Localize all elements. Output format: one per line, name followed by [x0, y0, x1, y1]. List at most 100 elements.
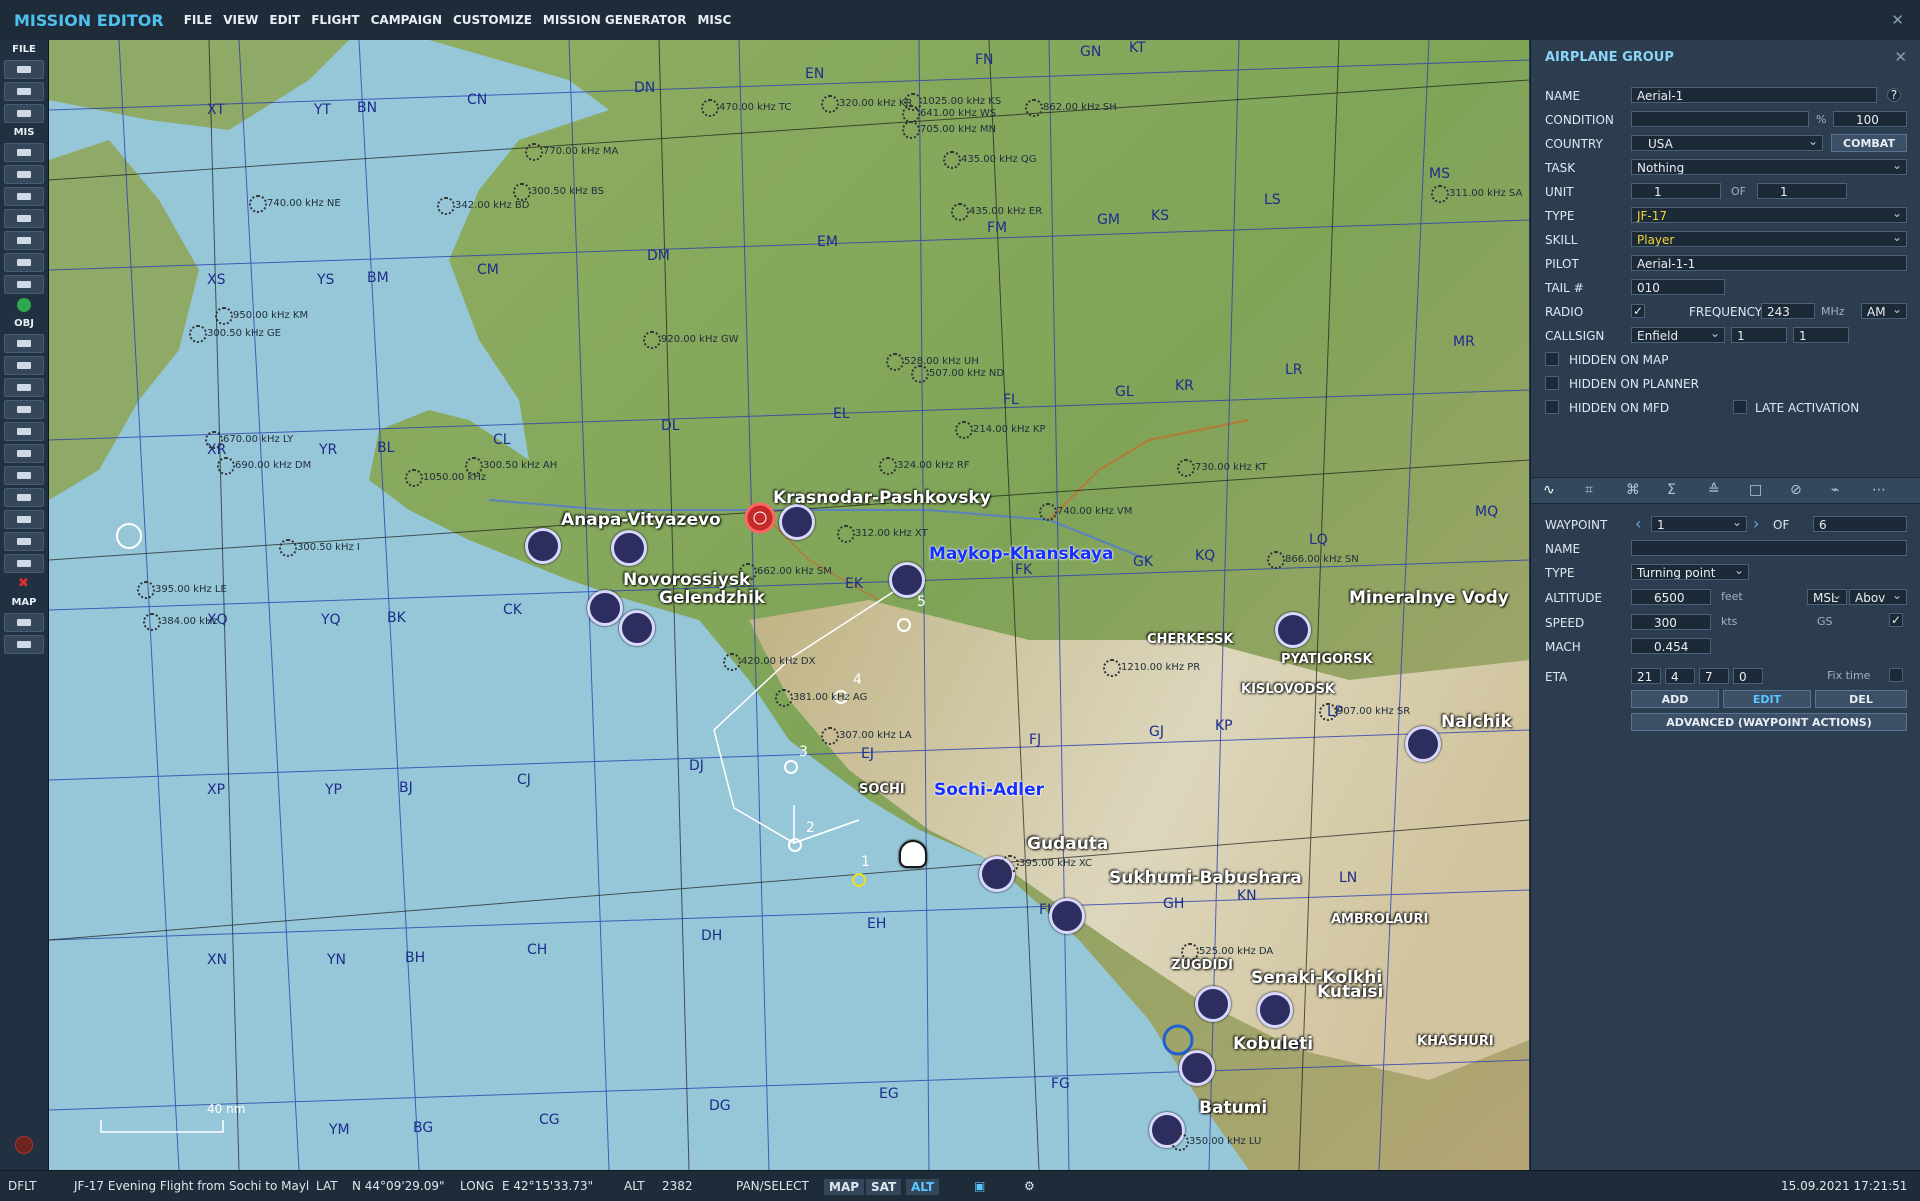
probability-field[interactable]: 100: [1833, 111, 1907, 127]
ndb-beacon[interactable]: 705.00 kHz MN: [902, 121, 996, 139]
ndb-beacon[interactable]: 320.00 kHz KR: [821, 95, 912, 113]
airbase-kutaisi-icon[interactable]: [1257, 992, 1293, 1028]
help-icon[interactable]: ?: [1887, 88, 1901, 102]
ndb-beacon[interactable]: 311.00 kHz SA: [1431, 185, 1522, 203]
advanced-waypoint-actions-button[interactable]: ADVANCED (WAYPOINT ACTIONS): [1631, 713, 1907, 731]
airbase-gelendzhik-icon[interactable]: [619, 610, 655, 646]
callsign-unit-field[interactable]: 1: [1793, 327, 1849, 343]
add-target-icon[interactable]: [4, 488, 44, 507]
menu-flight[interactable]: FLIGHT: [311, 13, 359, 27]
ndb-beacon[interactable]: 740.00 kHz VM: [1039, 503, 1132, 521]
tail-number-field[interactable]: 010: [1631, 279, 1725, 295]
hidden-on-planner-checkbox[interactable]: [1545, 376, 1559, 390]
ndb-beacon[interactable]: 470.00 kHz TC: [701, 99, 791, 117]
radio-checkbox[interactable]: ✓: [1631, 304, 1645, 318]
menu-file[interactable]: FILE: [184, 13, 213, 27]
ndb-beacon[interactable]: 300.50 kHz GE: [189, 325, 281, 343]
condition-field[interactable]: [1631, 111, 1809, 127]
ndb-beacon[interactable]: 528.00 kHz UH: [886, 353, 979, 371]
waypoint-type-select[interactable]: Turning point: [1631, 564, 1749, 580]
previous-waypoint-icon[interactable]: ‹: [1635, 514, 1641, 533]
airbase-kobuleti-icon[interactable]: [1179, 1050, 1215, 1086]
combat-button[interactable]: COMBAT: [1831, 134, 1907, 152]
frequency-field[interactable]: 243: [1761, 303, 1815, 319]
airbase-mineralnye-vody-icon[interactable]: [1275, 612, 1311, 648]
delete-icon[interactable]: [5, 576, 43, 593]
flight-group-icon[interactable]: [899, 840, 927, 868]
group-name-field[interactable]: Aerial-1: [1631, 87, 1877, 103]
callsign-select[interactable]: Enfield: [1631, 327, 1725, 343]
triggers-icon[interactable]: [4, 209, 44, 228]
ndb-beacon[interactable]: 1025.00 kHz KS: [904, 93, 1001, 111]
check-icon[interactable]: [4, 253, 44, 272]
altitude-type-select[interactable]: Abov: [1849, 589, 1907, 605]
waypoint-marker[interactable]: [897, 618, 911, 632]
airbase-sukhumi-icon[interactable]: [1049, 898, 1085, 934]
airbase-novorossiysk-icon[interactable]: [587, 590, 623, 626]
add-vehicle-icon[interactable]: [4, 378, 44, 397]
waypoint-number-select[interactable]: 1: [1651, 516, 1747, 532]
map-mode-button[interactable]: MAP: [824, 1179, 865, 1195]
route-tab-icon[interactable]: ∿: [1543, 482, 1555, 498]
record-icon[interactable]: [15, 1136, 33, 1154]
waypoint-marker[interactable]: [784, 760, 798, 774]
menu-mission-generator[interactable]: MISSION GENERATOR: [543, 13, 687, 27]
eta-minute-field[interactable]: 7: [1699, 668, 1729, 684]
ndb-beacon[interactable]: 525.00 kHz DA: [1181, 943, 1273, 961]
edit-waypoint-button[interactable]: EDIT: [1723, 690, 1811, 708]
ndb-beacon[interactable]: 395.00 kHz LE: [137, 581, 227, 599]
airbase-krymsk-icon[interactable]: [611, 530, 647, 566]
ruler-icon[interactable]: [4, 635, 44, 654]
ndb-beacon[interactable]: 312.00 kHz XT: [837, 525, 928, 543]
profile-select[interactable]: DFLT: [8, 1179, 37, 1193]
map-options-icon[interactable]: [4, 613, 44, 632]
waypoint-0-marker[interactable]: [852, 873, 866, 887]
pan-select-mode[interactable]: PAN/SELECT: [736, 1179, 809, 1193]
briefing-icon[interactable]: [4, 143, 44, 162]
ndb-beacon[interactable]: 350.00 kHz LU: [1171, 1133, 1261, 1151]
shapes-icon[interactable]: [4, 554, 44, 573]
ndb-beacon[interactable]: 662.00 kHz SM: [739, 563, 832, 581]
add-waypoint-button[interactable]: ADD: [1631, 690, 1719, 708]
ndb-beacon[interactable]: 862.00 kHz SH: [1025, 99, 1117, 117]
altitude-field[interactable]: 6500: [1631, 589, 1711, 605]
ndb-beacon[interactable]: 690.00 kHz DM: [217, 457, 311, 475]
goals-icon[interactable]: [4, 231, 44, 250]
add-helicopter-icon[interactable]: [4, 356, 44, 375]
ndb-beacon[interactable]: 670.00 kHz LY: [205, 431, 293, 449]
settings-icon[interactable]: ⚙: [1024, 1179, 1035, 1193]
fly-mission-icon[interactable]: [5, 297, 43, 314]
menu-edit[interactable]: EDIT: [269, 13, 300, 27]
targets-tab-icon[interactable]: ⌘: [1626, 482, 1640, 498]
close-icon[interactable]: ✕: [1891, 11, 1904, 29]
menu-misc[interactable]: MISC: [697, 13, 731, 27]
add-template-icon[interactable]: [4, 444, 44, 463]
altitude-reference-select[interactable]: MSL: [1807, 589, 1847, 605]
hidden-on-mfd-checkbox[interactable]: [1545, 400, 1559, 414]
ndb-beacon[interactable]: 300.50 kHz BS: [513, 183, 604, 201]
ndb-beacon[interactable]: 920.00 kHz GW: [643, 331, 739, 349]
add-nav-point-icon[interactable]: [4, 510, 44, 529]
eta-second-field[interactable]: 0: [1733, 668, 1763, 684]
delete-waypoint-button[interactable]: DEL: [1815, 690, 1907, 708]
late-activation-checkbox[interactable]: [1733, 400, 1747, 414]
country-select[interactable]: USA: [1631, 135, 1823, 151]
radio-tab-icon[interactable]: ⌁: [1831, 482, 1839, 498]
gs-checkbox[interactable]: ✓: [1889, 613, 1903, 627]
airbase-krasnodar-center-icon[interactable]: [779, 504, 815, 540]
mach-field[interactable]: 0.454: [1631, 638, 1711, 654]
ndb-beacon[interactable]: 950.00 kHz KM: [215, 307, 308, 325]
ndb-beacon[interactable]: 214.00 kHz KP: [955, 421, 1046, 439]
waypoint-name-field[interactable]: [1631, 540, 1907, 556]
add-zone-icon[interactable]: [4, 466, 44, 485]
ndb-beacon[interactable]: 507.00 kHz ND: [911, 365, 1004, 383]
layers-icon[interactable]: ▣: [974, 1179, 985, 1193]
task-select[interactable]: Nothing: [1631, 159, 1907, 175]
airbase-maykop-icon[interactable]: [889, 562, 925, 598]
pilot-name-field[interactable]: Aerial-1-1: [1631, 255, 1907, 271]
new-file-icon[interactable]: [4, 60, 44, 79]
menu-campaign[interactable]: CAMPAIGN: [371, 13, 442, 27]
ndb-beacon[interactable]: 381.00 kHz AG: [775, 689, 867, 707]
menu-view[interactable]: VIEW: [223, 13, 258, 27]
callsign-group-field[interactable]: 1: [1731, 327, 1787, 343]
